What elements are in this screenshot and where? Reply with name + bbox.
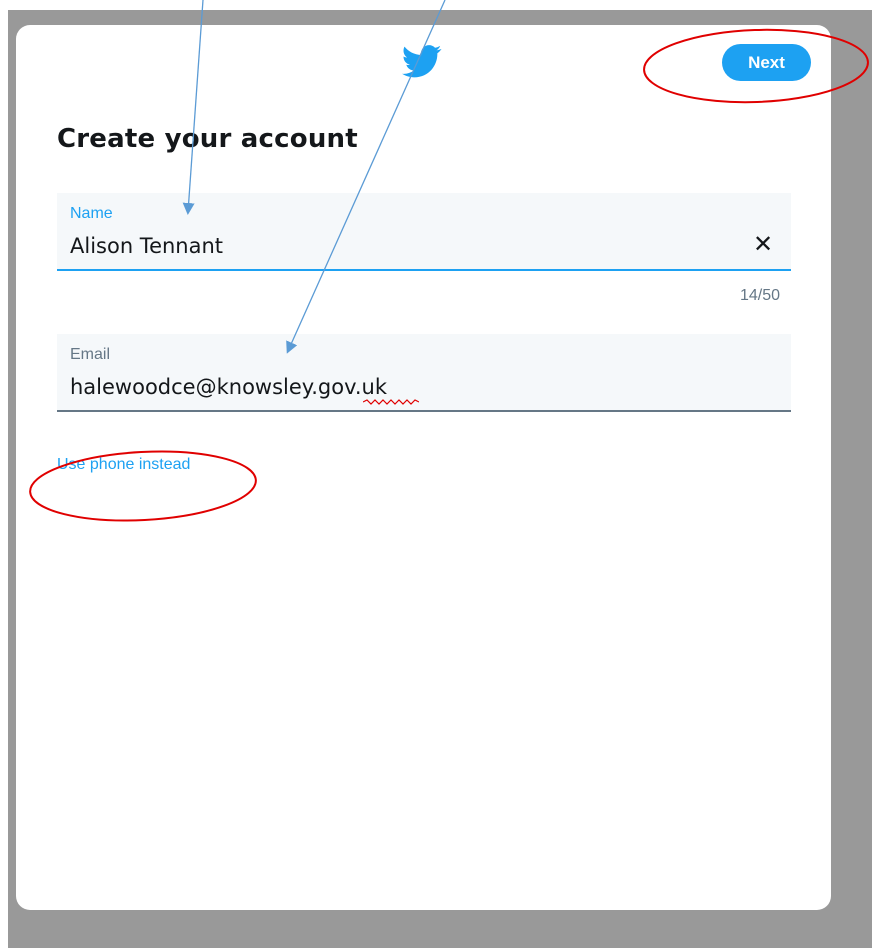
next-button[interactable]: Next [722,44,811,81]
email-field[interactable]: Email [57,334,791,412]
use-phone-link[interactable]: Use phone instead [57,456,190,474]
close-icon[interactable]: ✕ [751,233,775,257]
page-title: Create your account [57,124,358,154]
name-input[interactable] [70,234,710,258]
twitter-bird-icon [402,45,442,78]
name-field[interactable]: Name ✕ [57,193,791,271]
page: Next Create your account Name ✕ 14/50 Em… [0,0,872,948]
email-field-label: Email [70,346,111,363]
name-field-label: Name [70,205,113,222]
spellcheck-underline [363,399,419,405]
email-input[interactable] [70,375,710,399]
name-character-counter: 14/50 [739,287,780,304]
